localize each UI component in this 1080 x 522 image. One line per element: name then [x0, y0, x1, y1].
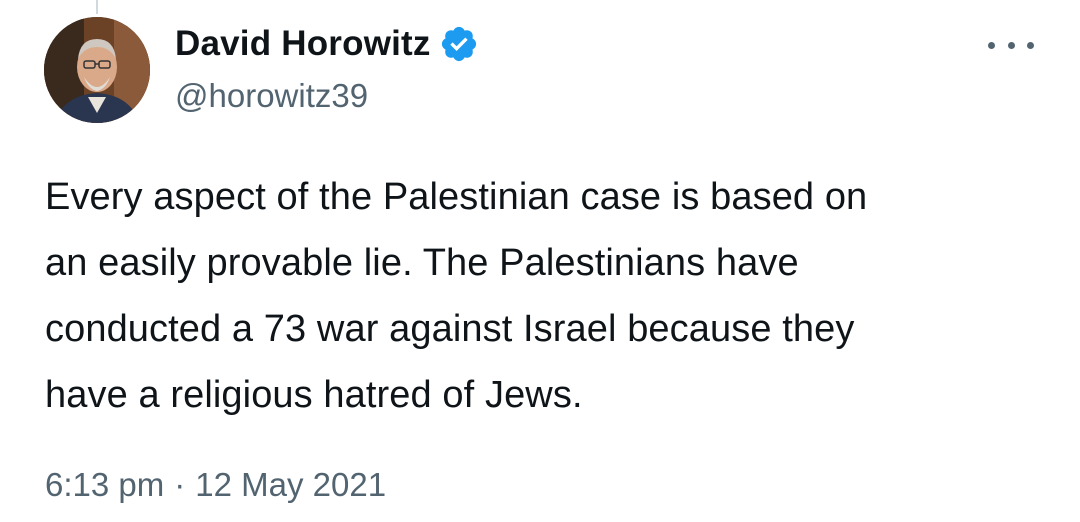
more-horizontal-icon	[988, 41, 995, 49]
avatar-image	[44, 17, 150, 123]
verified-badge-icon	[439, 24, 479, 64]
tweet-time[interactable]: 6:13 pm	[45, 466, 164, 504]
avatar[interactable]	[44, 17, 150, 123]
tweet-text: Every aspect of the Palestinian case is …	[45, 176, 868, 416]
timestamp-separator: ·	[174, 466, 186, 503]
more-horizontal-icon-dot	[1007, 41, 1015, 49]
author-display-name[interactable]: David Horowitz	[175, 24, 431, 64]
more-options-button[interactable]	[988, 30, 1034, 60]
tweet-timestamp[interactable]: 6:13 pm · 12 May 2021	[45, 466, 386, 504]
author-handle[interactable]: @horowitz39	[175, 77, 368, 115]
author-name-row[interactable]: David Horowitz	[175, 22, 479, 66]
more-horizontal-icon-dot	[1027, 41, 1034, 49]
thread-connector-line	[96, 0, 98, 14]
tweet-date[interactable]: 12 May 2021	[195, 466, 386, 504]
